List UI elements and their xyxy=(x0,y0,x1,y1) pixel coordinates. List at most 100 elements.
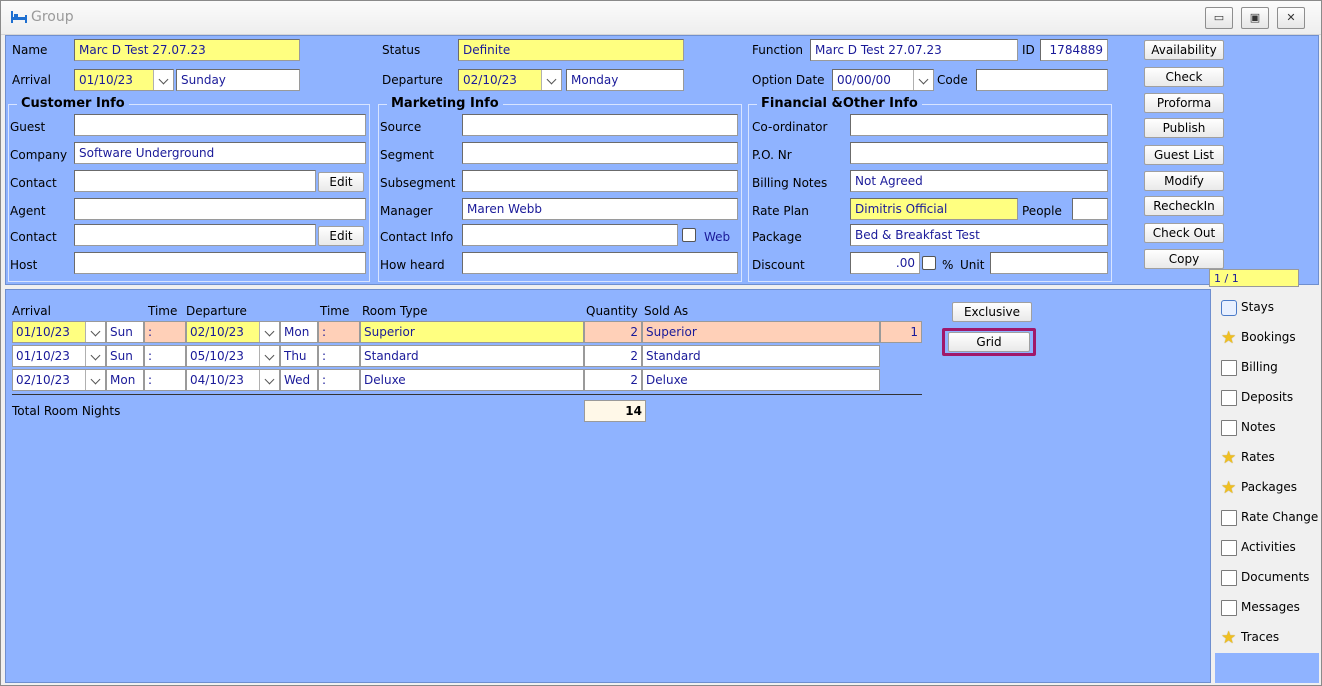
sidebar-item-documents[interactable]: Documents xyxy=(1217,565,1317,591)
arrival-dropdown-icon[interactable] xyxy=(153,70,173,90)
check-out-button[interactable]: Check Out xyxy=(1144,223,1224,243)
chevron-down-icon[interactable] xyxy=(259,370,279,390)
exclusive-button[interactable]: Exclusive xyxy=(952,302,1032,322)
table-row-arrival-time[interactable]: : xyxy=(144,345,186,367)
chevron-down-icon[interactable] xyxy=(85,322,105,342)
package-field[interactable]: Bed & Breakfast Test xyxy=(850,224,1108,246)
table-row-departure-time[interactable]: : xyxy=(318,321,360,343)
star-icon: ★ xyxy=(1221,478,1237,498)
table-row-room-type[interactable]: Standard xyxy=(360,345,584,367)
po-number-field[interactable] xyxy=(850,142,1108,164)
minimize-icon: ▭ xyxy=(1213,11,1225,24)
sidebar-item-label: Rates xyxy=(1241,450,1275,464)
billing-notes-field[interactable]: Not Agreed xyxy=(850,170,1108,192)
copy-button[interactable]: Copy xyxy=(1144,249,1224,269)
sidebar-item-label: Deposits xyxy=(1241,390,1294,404)
modify-button[interactable]: Modify xyxy=(1144,171,1224,191)
sidebar-item-stays[interactable]: Stays xyxy=(1217,295,1317,321)
coordinator-field[interactable] xyxy=(850,114,1108,136)
people-field[interactable] xyxy=(1072,198,1108,220)
sidebar-item-activities[interactable]: Activities xyxy=(1217,535,1317,561)
sidebar-item-bookings[interactable]: ★ Bookings xyxy=(1217,325,1317,351)
chat-icon xyxy=(1221,300,1237,316)
agent-contact-field[interactable] xyxy=(74,224,316,246)
web-checkbox[interactable] xyxy=(682,228,696,242)
discount-field[interactable]: .00 xyxy=(850,252,920,274)
col-sold-as: Sold As xyxy=(644,304,689,318)
sidebar-item-packages[interactable]: ★ Packages xyxy=(1217,475,1317,501)
sidebar-item-notes[interactable]: Notes xyxy=(1217,415,1317,441)
table-row-arrival-time[interactable]: : xyxy=(144,369,186,391)
rate-plan-field[interactable]: Dimitris Official xyxy=(850,198,1018,220)
option-date-label: Option Date xyxy=(752,73,825,87)
company-field[interactable]: Software Underground xyxy=(74,142,366,164)
unit-field[interactable] xyxy=(990,252,1108,274)
table-row-sold-as[interactable]: Superior xyxy=(642,321,880,343)
option-date-dropdown-icon[interactable] xyxy=(913,70,933,90)
check-button[interactable]: Check xyxy=(1144,67,1224,87)
contact-field[interactable] xyxy=(74,170,316,192)
code-field[interactable] xyxy=(976,69,1108,91)
departure-dropdown-icon[interactable] xyxy=(541,70,561,90)
sidebar-item-label: Notes xyxy=(1241,420,1276,434)
contact-info-field[interactable] xyxy=(462,224,678,246)
chevron-down-icon[interactable] xyxy=(85,370,105,390)
how-heard-field[interactable] xyxy=(462,252,738,274)
chevron-down-icon[interactable] xyxy=(259,346,279,366)
room-blocks-panel: Arrival Time Departure Time Room Type Qu… xyxy=(5,289,1211,683)
record-pager: 1 / 1 xyxy=(1209,269,1299,287)
agent-field[interactable] xyxy=(74,198,366,220)
sidebar-item-deposits[interactable]: Deposits xyxy=(1217,385,1317,411)
coordinator-label: Co-ordinator xyxy=(752,120,828,134)
sidebar-item-rate-change[interactable]: Rate Change xyxy=(1217,505,1318,531)
segment-field[interactable] xyxy=(462,142,738,164)
status-label: Status xyxy=(382,43,421,57)
minimize-button[interactable]: ▭ xyxy=(1205,7,1233,29)
sidebar-item-billing[interactable]: Billing xyxy=(1217,355,1317,381)
document-icon xyxy=(1221,600,1237,616)
host-field[interactable] xyxy=(74,252,366,274)
star-icon: ★ xyxy=(1221,448,1237,468)
sidebar-item-rates[interactable]: ★ Rates xyxy=(1217,445,1317,471)
name-field[interactable]: Marc D Test 27.07.23 xyxy=(74,39,300,61)
table-row-room-type[interactable]: Deluxe xyxy=(360,369,584,391)
table-row-room-type[interactable]: Superior xyxy=(360,321,584,343)
chevron-down-icon[interactable] xyxy=(85,346,105,366)
availability-button[interactable]: Availability xyxy=(1144,40,1224,60)
table-row-extra[interactable]: 1 xyxy=(880,321,922,343)
col-arrival: Arrival xyxy=(12,304,51,318)
chevron-down-icon[interactable] xyxy=(259,322,279,342)
table-row-quantity[interactable]: 2 xyxy=(584,321,642,343)
sidebar-item-messages[interactable]: Messages xyxy=(1217,595,1317,621)
table-row-departure-time[interactable]: : xyxy=(318,369,360,391)
manager-field[interactable]: Maren Webb xyxy=(462,198,738,220)
sidebar-item-traces[interactable]: ★ Traces xyxy=(1217,625,1317,651)
recheckin-button[interactable]: RecheckIn xyxy=(1144,196,1224,216)
table-row-arrival-day: Sun xyxy=(106,345,144,367)
subsegment-label: Subsegment xyxy=(380,176,456,190)
proforma-button[interactable]: Proforma xyxy=(1144,93,1224,113)
table-row-quantity[interactable]: 2 xyxy=(584,345,642,367)
source-field[interactable] xyxy=(462,114,738,136)
table-row-arrival-time[interactable]: : xyxy=(144,321,186,343)
grid-button[interactable]: Grid xyxy=(948,332,1030,352)
close-button[interactable]: ✕ xyxy=(1277,7,1305,29)
sidebar-item-label: Activities xyxy=(1241,540,1296,554)
agent-contact-edit-button[interactable]: Edit xyxy=(318,226,364,246)
table-row-sold-as[interactable]: Standard xyxy=(642,345,880,367)
table-row-quantity[interactable]: 2 xyxy=(584,369,642,391)
table-row-departure-time[interactable]: : xyxy=(318,345,360,367)
contact-edit-button[interactable]: Edit xyxy=(318,172,364,192)
status-field[interactable]: Definite xyxy=(458,39,684,61)
subsegment-field[interactable] xyxy=(462,170,738,192)
discount-percent-checkbox[interactable] xyxy=(922,256,936,270)
agent-label: Agent xyxy=(10,204,46,218)
guest-list-button[interactable]: Guest List xyxy=(1144,145,1224,165)
publish-button[interactable]: Publish xyxy=(1144,118,1224,138)
function-label: Function xyxy=(752,43,804,57)
arrival-day-field: Sunday xyxy=(176,69,300,91)
table-row-sold-as[interactable]: Deluxe xyxy=(642,369,880,391)
maximize-button[interactable]: ▣ xyxy=(1241,7,1269,29)
guest-field[interactable] xyxy=(74,114,366,136)
function-field[interactable]: Marc D Test 27.07.23 xyxy=(810,39,1018,61)
